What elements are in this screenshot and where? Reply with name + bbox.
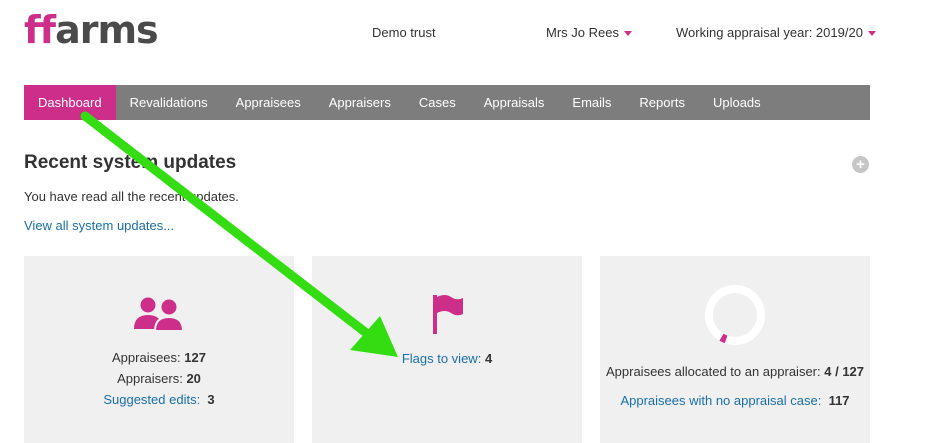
logo-arms: arms — [55, 8, 159, 52]
flag-icon — [433, 295, 463, 334]
header: ffarms Demo trust Mrs Jo Rees Working ap… — [0, 0, 927, 85]
appraisers-count: Appraisers: 20 — [24, 371, 294, 386]
appraisees-value: 127 — [184, 350, 206, 365]
suggested-edits: Suggested edits: 3 — [24, 392, 294, 407]
main-nav: Dashboard Revalidations Appraisees Appra… — [24, 85, 870, 120]
nav-emails[interactable]: Emails — [558, 85, 625, 120]
allocation-card: Appraisees allocated to an appraiser: 4 … — [600, 256, 870, 443]
nav-uploads[interactable]: Uploads — [699, 85, 775, 120]
caret-down-icon — [623, 31, 632, 36]
nav-appraisees[interactable]: Appraisees — [222, 85, 315, 120]
flags-card: Flags to view: 4 — [312, 256, 582, 443]
nav-appraisers[interactable]: Appraisers — [315, 85, 405, 120]
allocated-label: Appraisees allocated to an appraiser: — [605, 364, 821, 379]
nav-revalidations[interactable]: Revalidations — [116, 85, 222, 120]
updates-message: You have read all the recent updates. — [24, 189, 239, 204]
no-case-link[interactable]: Appraisees with no appraisal case: — [620, 393, 821, 408]
appraisal-year-label: Working appraisal year: 2019/20 — [676, 25, 863, 40]
view-all-updates-link[interactable]: View all system updates... — [24, 218, 174, 233]
user-name: Mrs Jo Rees — [546, 25, 619, 40]
flags-value: 4 — [484, 351, 493, 366]
allocated-count: Appraisees allocated to an appraiser: 4 … — [600, 364, 870, 379]
appraisers-label: Appraisers: — [117, 371, 183, 386]
trust-name: Demo trust — [372, 25, 436, 40]
appraisees-label: Appraisees: — [112, 350, 181, 365]
suggested-edits-link[interactable]: Suggested edits: — [103, 392, 200, 407]
nav-appraisals[interactable]: Appraisals — [470, 85, 559, 120]
caret-down-icon — [867, 31, 876, 36]
logo-ff: ff — [24, 8, 56, 52]
people-card: Appraisees: 127 Appraisers: 20 Suggested… — [24, 256, 294, 443]
appraisal-year-menu[interactable]: Working appraisal year: 2019/20 — [676, 25, 876, 40]
allocated-value: 4 / 127 — [824, 364, 865, 379]
updates-title: Recent system updates — [24, 152, 237, 173]
no-case-count: Appraisees with no appraisal case: 117 — [600, 393, 870, 408]
user-menu[interactable]: Mrs Jo Rees — [546, 25, 632, 40]
plus-circle-icon[interactable]: + — [852, 156, 869, 173]
appraisees-count: Appraisees: 127 — [24, 350, 294, 365]
ring-progress-icon — [705, 285, 765, 345]
flags-to-view: Flags to view: 4 — [312, 351, 582, 366]
appraisers-value: 20 — [186, 371, 201, 386]
ffarms-logo[interactable]: ffarms — [24, 8, 159, 52]
no-case-value: 117 — [828, 393, 850, 408]
suggested-edits-value: 3 — [207, 392, 215, 407]
nav-cases[interactable]: Cases — [405, 85, 470, 120]
nav-dashboard[interactable]: Dashboard — [24, 85, 116, 120]
nav-reports[interactable]: Reports — [625, 85, 699, 120]
people-icon — [134, 297, 185, 332]
flags-to-view-link[interactable]: Flags to view: — [402, 351, 481, 366]
